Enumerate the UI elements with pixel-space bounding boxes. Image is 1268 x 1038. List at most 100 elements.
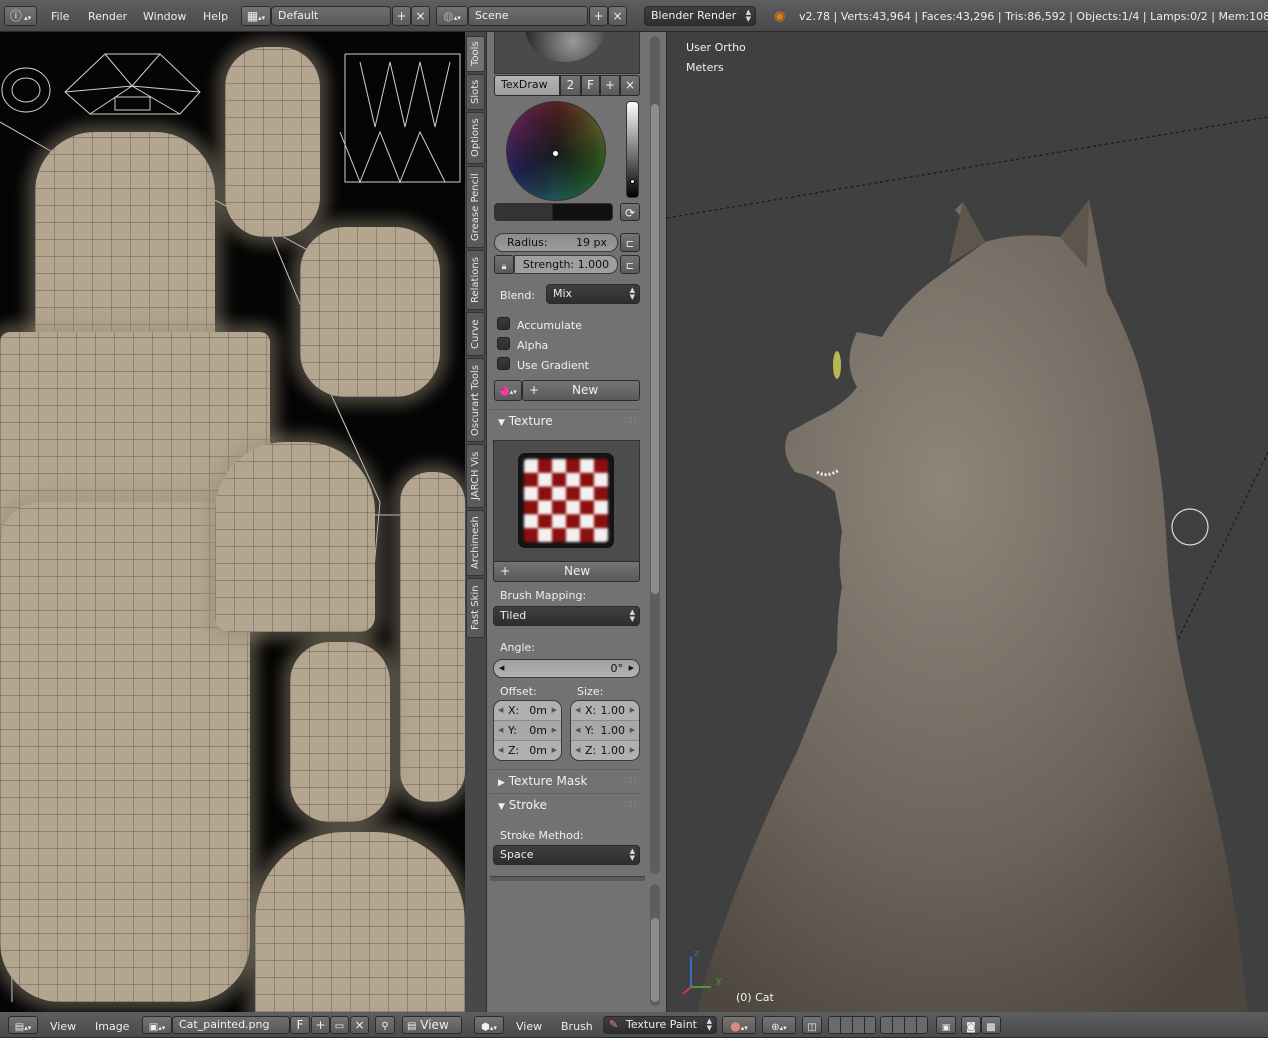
render-engine-dropdown[interactable]: Blender Render ▲ ▼ bbox=[644, 6, 756, 26]
layer-buttons-2[interactable] bbox=[880, 1016, 928, 1034]
scrollbar-track[interactable] bbox=[650, 36, 660, 874]
image-fake-user-button[interactable]: F bbox=[290, 1016, 310, 1034]
screen-layout-selector[interactable]: ▦▴▾ bbox=[241, 6, 271, 26]
open-image-button[interactable]: ▭ bbox=[330, 1016, 349, 1034]
swap-colors-button[interactable]: ⟳ bbox=[620, 203, 640, 221]
camera-icon: ◙ bbox=[966, 1022, 976, 1033]
strength-pressure-toggle[interactable]: ⊏ bbox=[620, 255, 640, 274]
remove-scene-button[interactable]: × bbox=[608, 6, 627, 26]
menu-render[interactable]: Render bbox=[88, 10, 127, 23]
screen-layout-name[interactable]: Default bbox=[271, 6, 391, 26]
tab-oscurart-tools[interactable]: Oscurart Tools bbox=[466, 358, 485, 442]
angle-field[interactable]: ◀ 0° ▶ bbox=[493, 659, 640, 678]
unlink-image-button[interactable]: × bbox=[350, 1016, 369, 1034]
tab-archimesh[interactable]: Archimesh bbox=[466, 510, 485, 576]
image-view-mode-dropdown[interactable]: ▤ View bbox=[402, 1016, 462, 1034]
stroke-panel-header[interactable]: ▼ Stroke ∷∷ bbox=[490, 793, 642, 815]
scene-name[interactable]: Scene bbox=[468, 6, 588, 26]
tab-tools[interactable]: Tools bbox=[466, 36, 485, 72]
scene-selector[interactable]: ◍▴▾ bbox=[436, 6, 468, 26]
menu-file[interactable]: File bbox=[51, 10, 69, 23]
opengl-render-button[interactable]: ◙ bbox=[961, 1016, 981, 1034]
value-slider[interactable] bbox=[626, 101, 639, 198]
dropdown-arrow-icon: ▲ ▼ bbox=[745, 8, 751, 23]
brush-users-count[interactable]: 2 bbox=[560, 75, 581, 96]
tab-slots[interactable]: Slots bbox=[466, 74, 485, 110]
remove-layout-button[interactable]: × bbox=[411, 6, 430, 26]
pin-image-button[interactable]: ⚲ bbox=[375, 1016, 395, 1034]
add-scene-button[interactable]: + bbox=[589, 6, 608, 26]
editor-type-image-button[interactable]: ▤▴▾ bbox=[8, 1016, 38, 1034]
axis-x-line bbox=[682, 986, 692, 995]
uv-island bbox=[0, 502, 250, 1002]
strength-lock-toggle[interactable]: 🔒︎ bbox=[494, 255, 514, 274]
menu-help[interactable]: Help bbox=[203, 10, 228, 23]
texture-mask-panel-header[interactable]: ▶ Texture Mask ∷∷ bbox=[490, 769, 642, 791]
size-z-field[interactable]: ◀ Z: 1.00 ▶ bbox=[571, 741, 639, 760]
brush-fake-user-button[interactable]: F bbox=[581, 75, 600, 96]
face-mask-toggle[interactable]: ◫ bbox=[802, 1016, 822, 1034]
menu-window[interactable]: Window bbox=[143, 10, 186, 23]
brush-mapping-dropdown[interactable]: Tiled ▲ ▼ bbox=[493, 606, 640, 626]
pivot-point-dropdown[interactable]: ⊕▴▾ bbox=[762, 1016, 796, 1034]
brush-preview[interactable] bbox=[494, 32, 640, 74]
strength-field[interactable]: Strength: 1.000 bbox=[514, 255, 618, 274]
tab-grease-pencil[interactable]: Grease Pencil bbox=[466, 166, 485, 248]
unlink-brush-button[interactable]: × bbox=[620, 75, 640, 96]
texture-preview-box[interactable] bbox=[493, 440, 640, 561]
tab-jarch-vis[interactable]: JARCH Vis bbox=[466, 444, 485, 508]
image-name-field[interactable]: Cat_painted.png bbox=[172, 1016, 290, 1034]
interaction-mode-dropdown[interactable]: ✎ Texture Paint ▲ ▼ bbox=[603, 1016, 717, 1034]
image-menu-view[interactable]: View bbox=[50, 1020, 76, 1033]
3d-viewport[interactable]: User Ortho Meters z y (0) Cat bbox=[667, 32, 1268, 1012]
viewport-menu-view[interactable]: View bbox=[516, 1020, 542, 1033]
texture-panel-header[interactable]: ▼ Texture ∷∷ bbox=[490, 409, 642, 431]
offset-y-field[interactable]: ◀ Y: 0m ▶ bbox=[494, 721, 561, 741]
editor-type-3d-button[interactable]: ⬢▴▾ bbox=[474, 1016, 504, 1034]
brush-name-field[interactable]: TexDraw bbox=[494, 75, 560, 96]
brush-color-swatch[interactable] bbox=[494, 203, 613, 221]
texture-mask-title: Texture Mask bbox=[508, 774, 588, 788]
viewport-shading-dropdown[interactable]: ●▴▾ bbox=[722, 1016, 756, 1034]
radius-field[interactable]: Radius: 19 px bbox=[494, 233, 618, 252]
offset-z-field[interactable]: ◀ Z: 0m ▶ bbox=[494, 741, 561, 760]
tab-fast-skin[interactable]: Fast Skin bbox=[466, 578, 485, 638]
palette-selector[interactable]: ◕▴▾ bbox=[494, 380, 522, 401]
scrollbar-thumb[interactable] bbox=[651, 104, 659, 594]
editor-type-info-button[interactable]: ⓘ ▴▾ bbox=[4, 6, 37, 26]
image-browse-button[interactable]: ▣▴▾ bbox=[142, 1016, 172, 1034]
blend-mode-dropdown[interactable]: Mix ▲ ▼ bbox=[546, 284, 640, 304]
radius-pressure-toggle[interactable]: ⊏ bbox=[620, 233, 640, 252]
layer-buttons-1[interactable] bbox=[828, 1016, 876, 1034]
texture-panel-title: Texture bbox=[508, 414, 553, 428]
new-texture-button[interactable]: + New bbox=[493, 561, 640, 582]
color-wheel[interactable] bbox=[506, 101, 606, 201]
offset-x-field[interactable]: ◀ X: 0m ▶ bbox=[494, 701, 561, 721]
add-brush-button[interactable]: + bbox=[600, 75, 620, 96]
use-gradient-checkbox[interactable] bbox=[497, 357, 510, 370]
image-menu-image[interactable]: Image bbox=[95, 1020, 129, 1033]
opengl-animation-button[interactable]: ▩ bbox=[981, 1016, 1001, 1034]
viewport-menu-brush[interactable]: Brush bbox=[561, 1020, 593, 1033]
tab-relations[interactable]: Relations bbox=[466, 250, 485, 310]
scene-icon: ◍ bbox=[443, 9, 454, 23]
new-image-button[interactable]: + bbox=[311, 1016, 330, 1034]
size-x-field[interactable]: ◀ X: 1.00 ▶ bbox=[571, 701, 639, 721]
stroke-method-dropdown[interactable]: Space ▲ ▼ bbox=[493, 845, 640, 865]
add-layout-button[interactable]: + bbox=[392, 6, 411, 26]
size-y-field[interactable]: ◀ Y: 1.00 ▶ bbox=[571, 721, 639, 741]
new-palette-button[interactable]: + New bbox=[522, 380, 640, 401]
alpha-checkbox[interactable] bbox=[497, 337, 510, 350]
scrollbar-track[interactable] bbox=[650, 884, 660, 1006]
accumulate-checkbox[interactable] bbox=[497, 317, 510, 330]
tab-options[interactable]: Options bbox=[466, 112, 485, 164]
alpha-label: Alpha bbox=[517, 339, 549, 352]
tab-curve[interactable]: Curve bbox=[466, 312, 485, 356]
uv-image-editor[interactable] bbox=[0, 32, 465, 1012]
layer-lock-toggle[interactable]: ▣ bbox=[936, 1016, 956, 1034]
region-divider[interactable] bbox=[490, 876, 645, 881]
blender-logo-icon: ◉ bbox=[774, 9, 786, 24]
scrollbar-thumb[interactable] bbox=[651, 918, 659, 1002]
folder-icon: ▭ bbox=[334, 1021, 345, 1032]
decrement-arrow-icon: ◀ bbox=[575, 746, 581, 754]
